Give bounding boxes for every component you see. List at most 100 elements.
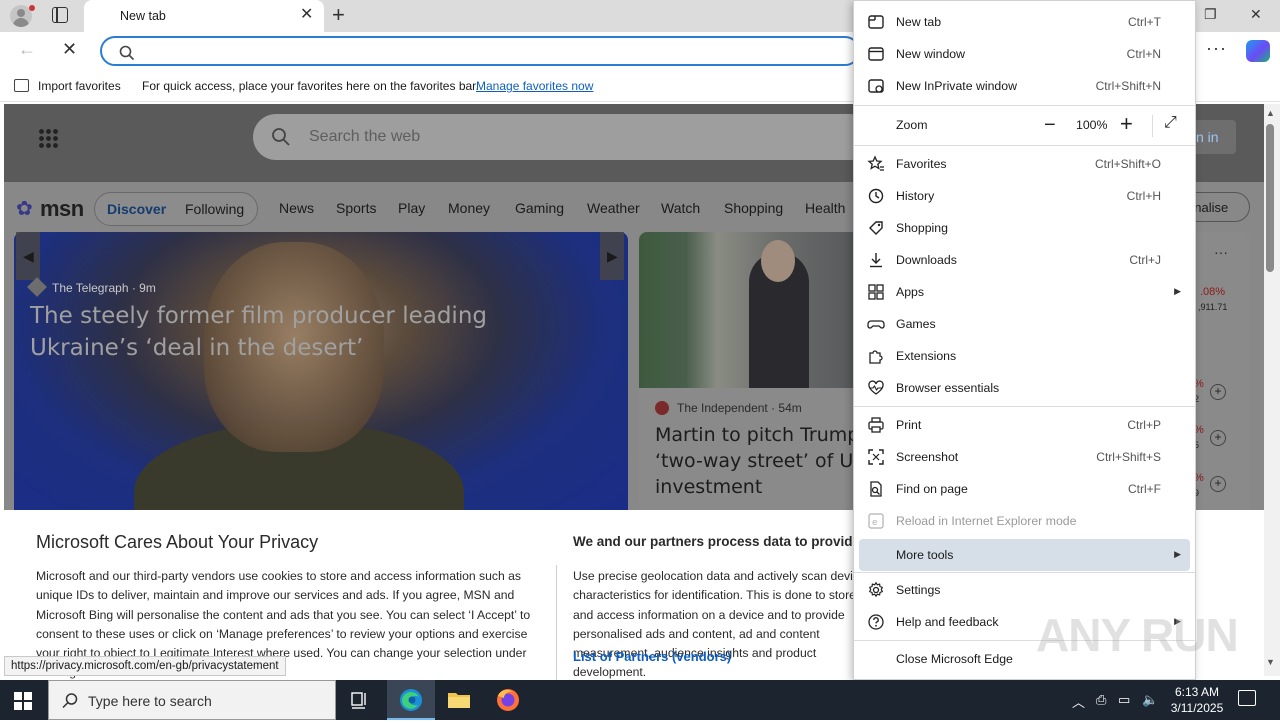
nav-health[interactable]: Health [805, 200, 845, 216]
taskbar-search-box[interactable]: Type here to search [48, 680, 336, 720]
menu-screenshot[interactable]: Screenshot Ctrl+Shift+S [854, 441, 1195, 473]
add-watchlist-icon[interactable]: + [1210, 384, 1226, 400]
zoom-level: 100% [1076, 118, 1108, 132]
telegraph-logo-icon [27, 277, 47, 297]
import-favorites-button[interactable]: Import favorites [38, 79, 121, 93]
tab-close-icon[interactable]: ✕ [300, 7, 313, 23]
menu-label: New InPrivate window [896, 79, 1017, 93]
nav-news[interactable]: News [279, 200, 314, 216]
scroll-up-icon[interactable]: ▲ [1266, 108, 1275, 118]
menu-find-on-page[interactable]: Find on page Ctrl+F [854, 473, 1195, 505]
add-watchlist-icon[interactable]: + [1210, 476, 1226, 492]
scroll-down-icon[interactable]: ▼ [1266, 657, 1275, 667]
volume-icon[interactable]: 🔈 [1142, 692, 1158, 708]
menu-downloads[interactable]: Downloads Ctrl+J [854, 244, 1195, 276]
carousel-prev-icon[interactable]: ◀ [16, 232, 40, 280]
anyrun-watermark: ANY RUN [1036, 609, 1239, 661]
menu-settings[interactable]: Settings [854, 574, 1195, 606]
menu-label: Downloads [896, 253, 957, 267]
card-image-head [761, 240, 795, 282]
widget-more-icon[interactable]: ··· [1214, 244, 1228, 260]
menu-shortcut: Ctrl+F [1128, 482, 1161, 496]
privacy-title: Microsoft Cares About Your Privacy [36, 532, 319, 552]
screenshot-icon [868, 449, 884, 465]
nav-money[interactable]: Money [448, 200, 490, 216]
card-title[interactable]: Martin to pitch Trump ‘two-way street’ o… [655, 422, 875, 500]
menu-shopping[interactable]: Shopping [854, 212, 1195, 244]
tab-new-tab[interactable]: New tab ✕ [84, 0, 324, 32]
zoom-in-button[interactable]: + [1120, 113, 1133, 135]
privacy-divider [556, 565, 557, 680]
copilot-icon[interactable] [1246, 40, 1270, 62]
menu-shortcut: Ctrl+N [1126, 47, 1161, 61]
nav-play[interactable]: Play [398, 200, 425, 216]
tab-discover[interactable]: Discover [107, 201, 166, 217]
download-icon [870, 253, 882, 268]
address-bar[interactable] [100, 36, 860, 66]
restore-window-icon[interactable]: ❐ [1204, 6, 1217, 23]
zoom-out-button[interactable]: − [1044, 115, 1056, 135]
menu-extensions[interactable]: Extensions [854, 340, 1195, 372]
menu-zoom: Zoom − 100% + ⤢ [854, 109, 1195, 141]
independent-logo-icon [655, 401, 669, 415]
nav-weather[interactable]: Weather [587, 200, 640, 216]
submenu-arrow-icon: ▶ [1174, 549, 1181, 559]
menu-shortcut: Ctrl+Shift+N [1095, 79, 1161, 93]
partners-link[interactable]: List of Partners (vendors) [573, 649, 731, 664]
task-view-icon [351, 692, 366, 709]
menu-label: Games [896, 317, 936, 331]
menu-games[interactable]: Games [854, 308, 1195, 340]
menu-favorites[interactable]: Favorites Ctrl+Shift+O [854, 148, 1195, 180]
carousel-next-icon[interactable]: ▶ [600, 232, 624, 280]
menu-label: Shopping [896, 221, 948, 235]
card-source-name: The Independent [677, 401, 768, 415]
sign-in-button[interactable]: n in [1192, 120, 1236, 154]
settings-menu: New tab Ctrl+T New window Ctrl+N New InP… [853, 0, 1196, 680]
settings-and-more-icon[interactable]: ··· [1206, 38, 1227, 59]
close-window-icon[interactable]: ✕ [1250, 6, 1262, 23]
menu-browser-essentials[interactable]: Browser essentials [854, 372, 1195, 404]
hero-card[interactable] [14, 232, 628, 510]
find-icon [870, 481, 882, 497]
games-icon [867, 320, 885, 329]
menu-new-inprivate-window[interactable]: New InPrivate window Ctrl+Shift+N [854, 70, 1195, 102]
inprivate-icon [868, 79, 884, 93]
windows-start-icon[interactable] [14, 692, 32, 710]
menu-label: More tools [896, 548, 954, 562]
network-icon[interactable]: ▭ [1118, 692, 1130, 708]
hero-title[interactable]: The steely former film producer leading … [30, 300, 590, 364]
nav-sports[interactable]: Sports [336, 200, 376, 216]
nav-gaming[interactable]: Gaming [515, 200, 564, 216]
menu-separator [854, 145, 1195, 146]
app-launcher-icon[interactable] [38, 128, 58, 148]
nav-watch[interactable]: Watch [661, 200, 700, 216]
stop-loading-icon[interactable]: ✕ [62, 39, 77, 60]
task-view-button[interactable] [336, 680, 384, 720]
taskbar-file-explorer-button[interactable] [435, 680, 483, 720]
manage-favorites-link[interactable]: Manage favorites now [476, 79, 593, 93]
menu-history[interactable]: History Ctrl+H [854, 180, 1195, 212]
tray-overflow-icon[interactable]: ︿ [1072, 692, 1085, 711]
taskbar-firefox-button[interactable] [484, 680, 532, 720]
menu-more-tools[interactable]: More tools ▶ [859, 539, 1190, 571]
tab-following[interactable]: Following [185, 201, 244, 217]
feed-toggle: Discover Following [94, 192, 258, 226]
notification-center-icon[interactable] [1238, 690, 1256, 706]
scrollbar-thumb[interactable] [1266, 124, 1274, 272]
menu-new-tab[interactable]: New tab Ctrl+T [854, 6, 1195, 38]
new-tab-button[interactable]: + [332, 3, 345, 27]
menu-apps[interactable]: Apps ▶ [854, 276, 1195, 308]
taskbar-edge-button[interactable] [387, 680, 435, 720]
fullscreen-icon[interactable]: ⤢ [1164, 114, 1177, 132]
menu-print[interactable]: Print Ctrl+P [854, 409, 1195, 441]
tab-actions-icon[interactable] [52, 7, 68, 23]
back-arrow-icon[interactable]: ← [18, 39, 36, 60]
menu-shortcut: Ctrl+T [1128, 15, 1161, 29]
msn-search-box[interactable]: Search the web [253, 114, 873, 160]
tray-device-icon[interactable]: ⎙ [1096, 692, 1106, 708]
nav-shopping[interactable]: Shopping [724, 200, 783, 216]
add-watchlist-icon[interactable]: + [1210, 430, 1226, 446]
menu-reload-ie-mode: e Reload in Internet Explorer mode [854, 505, 1195, 537]
menu-new-window[interactable]: New window Ctrl+N [854, 38, 1195, 70]
system-clock[interactable]: 6:13 AM 3/11/2025 [1162, 684, 1232, 716]
